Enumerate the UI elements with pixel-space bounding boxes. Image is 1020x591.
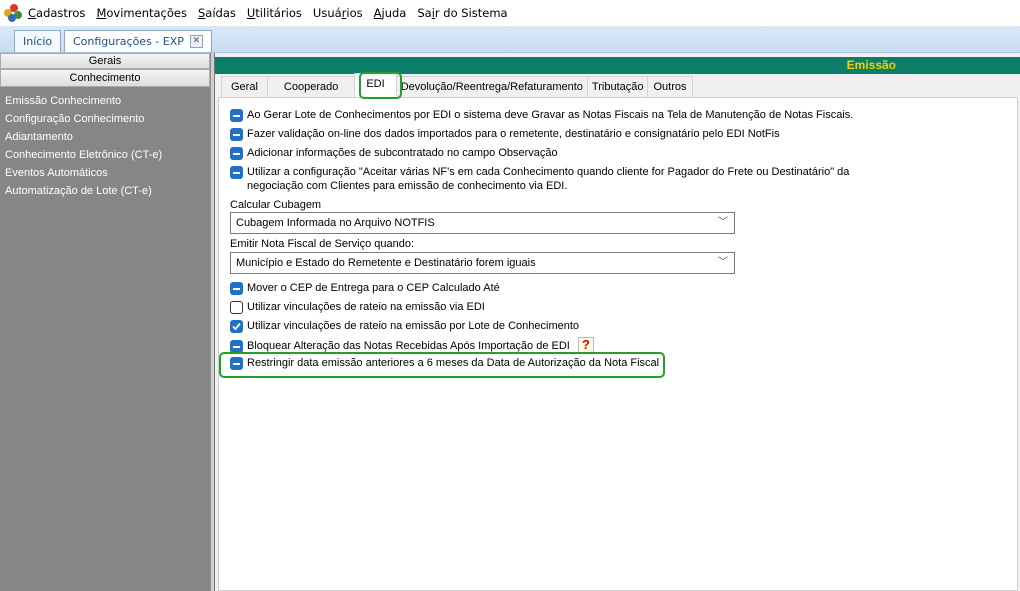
nav-item-emissao-conhecimento[interactable]: Emissão Conhecimento (0, 92, 210, 110)
menu-sair[interactable]: Sair do Sistema (417, 6, 507, 20)
doc-tab-configuracoes[interactable]: Configurações - EXP ✕ (64, 30, 212, 52)
help-icon[interactable]: ? (577, 337, 594, 353)
menu-movimentacoes[interactable]: Movimentações (96, 6, 187, 20)
cubagem-select-value: Cubagem Informada no Arquivo NOTFIS (236, 217, 435, 229)
menu-usuarios[interactable]: Usuários (313, 6, 363, 20)
app-logo-icon (4, 4, 24, 22)
checkbox-aceitar-varias-nfs[interactable] (230, 166, 243, 179)
nf-servico-select[interactable]: Município e Estado do Remetente e Destin… (230, 252, 735, 274)
edi-settings-panel: Ao Gerar Lote de Conhecimentos por EDI o… (218, 97, 1018, 591)
checkbox-validacao-online[interactable] (230, 128, 243, 141)
option-subcontratado-label: Adicionar informações de subcontratado n… (247, 147, 558, 159)
option-mover-cep[interactable]: Mover o CEP de Entrega para o CEP Calcul… (230, 281, 500, 295)
menu-ajuda[interactable]: Ajuda (374, 6, 407, 20)
option-rateio-lote[interactable]: Utilizar vinculações de rateio na emissã… (230, 319, 579, 333)
left-nav-panel: Gerais Conhecimento Emissão Conhecimento… (0, 53, 210, 591)
option-aceitar-varias-nfs[interactable]: Utilizar a configuração "Aceitar várias … (230, 165, 849, 193)
menu-bar: Cadastros Movimentações Saídas Utilitári… (0, 0, 1020, 26)
main-content: Emissão Geral Cooperado EDI Devolução/Re… (215, 53, 1020, 591)
tab-outros[interactable]: Outros (647, 76, 693, 97)
checkbox-subcontratado[interactable] (230, 147, 243, 160)
settings-tabs: Geral Cooperado EDI Devolução/Reentrega/… (221, 73, 693, 97)
doc-tab-inicio[interactable]: Início (14, 30, 62, 52)
cubagem-select[interactable]: Cubagem Informada no Arquivo NOTFIS ﹀ (230, 212, 735, 234)
nf-servico-select-value: Município e Estado do Remetente e Destin… (236, 257, 536, 269)
nav-item-configuracao-conhecimento[interactable]: Configuração Conhecimento (0, 110, 210, 128)
menu-utilitarios[interactable]: Utilitários (247, 6, 302, 20)
nav-item-adiantamento[interactable]: Adiantamento (0, 128, 210, 146)
tab-cooperado[interactable]: Cooperado (266, 76, 356, 97)
nav-item-cte[interactable]: Conhecimento Eletrônico (CT-e) (0, 146, 210, 164)
doc-tab-configuracoes-label: Configurações - EXP (73, 35, 184, 48)
doc-tab-inicio-label: Início (23, 35, 53, 48)
document-tabstrip: Início Configurações - EXP ✕ (0, 26, 1020, 53)
checkbox-mover-cep[interactable] (230, 282, 243, 295)
tab-tributacao[interactable]: Tributação (586, 76, 649, 97)
check-icon (232, 322, 241, 331)
nav-item-eventos-automaticos[interactable]: Eventos Automáticos (0, 164, 210, 182)
nav-header-gerais[interactable]: Gerais (0, 53, 210, 69)
edi-tab-highlight (359, 72, 402, 99)
nav-item-automatizacao-lote[interactable]: Automatização de Lote (CT-e) (0, 182, 210, 200)
nav-header-conhecimento[interactable]: Conhecimento (0, 69, 210, 87)
menu-cadastros[interactable]: Cadastros (28, 6, 85, 20)
option-validacao-online[interactable]: Fazer validação on-line dos dados import… (230, 127, 780, 141)
option-subcontratado[interactable]: Adicionar informações de subcontratado n… (230, 146, 558, 160)
checkbox-rateio-lote[interactable] (230, 320, 243, 333)
option-bloquear-alteracao[interactable]: Bloquear Alteração das Notas Recebidas A… (230, 337, 594, 353)
section-title-bar: Emissão (215, 57, 1020, 74)
option-mover-cep-label: Mover o CEP de Entrega para o CEP Calcul… (247, 282, 500, 294)
option-aceitar-varias-nfs-label: Utilizar a configuração "Aceitar várias … (247, 165, 849, 193)
checkbox-gravar-notas[interactable] (230, 109, 243, 122)
option-gravar-notas[interactable]: Ao Gerar Lote de Conhecimentos por EDI o… (230, 108, 853, 122)
option-rateio-lote-label: Utilizar vinculações de rateio na emissã… (247, 320, 580, 332)
option-validacao-online-label: Fazer validação on-line dos dados import… (247, 128, 780, 140)
chevron-down-icon: ﹀ (718, 217, 728, 228)
chevron-down-icon: ﹀ (718, 257, 728, 268)
option-rateio-edi-label: Utilizar vinculações de rateio na emissã… (247, 301, 485, 313)
option-aceitar-line1: Utilizar a configuração "Aceitar várias … (247, 166, 850, 178)
restringir-option-highlight (219, 352, 665, 378)
cubagem-label: Calcular Cubagem (230, 199, 322, 211)
option-bloquear-alteracao-label: Bloquear Alteração das Notas Recebidas A… (247, 340, 570, 352)
tab-geral[interactable]: Geral (221, 76, 268, 97)
nf-servico-label: Emitir Nota Fiscal de Serviço quando: (230, 238, 415, 250)
checkbox-rateio-edi[interactable] (230, 301, 243, 314)
close-icon[interactable]: ✕ (189, 35, 203, 48)
option-aceitar-line2: negociação com Clientes para emissão de … (247, 180, 568, 192)
tab-devolucao[interactable]: Devolução/Reentrega/Refaturamento (395, 76, 588, 97)
option-gravar-notas-label: Ao Gerar Lote de Conhecimentos por EDI o… (247, 109, 854, 121)
option-rateio-edi[interactable]: Utilizar vinculações de rateio na emissã… (230, 300, 485, 314)
menu-saidas[interactable]: Saídas (198, 6, 236, 20)
